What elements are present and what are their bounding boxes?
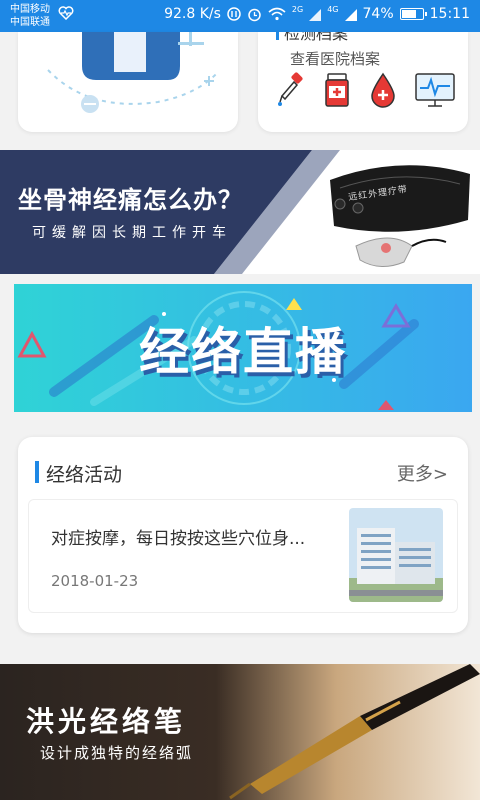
clock: 15:11 — [429, 6, 470, 22]
blood-drop-icon — [371, 72, 395, 108]
network-speed: 92.8 K/s — [164, 6, 221, 22]
dropper-icon — [278, 72, 303, 106]
pen-title: 洪光经络笔 — [26, 705, 187, 738]
health-heart-icon — [58, 6, 74, 20]
list-item[interactable]: 对症按摩，每日按按这些穴位身... 2018-01-23 — [28, 499, 458, 613]
carrier-2: 中国联通 — [10, 17, 50, 28]
monitor-icon — [415, 73, 455, 107]
signal-type-2: 4G — [327, 4, 339, 14]
sciatica-headline: 坐骨神经痛怎么办？ — [18, 186, 243, 214]
activity-accent-bar — [35, 461, 39, 483]
health-card-left[interactable] — [18, 32, 238, 132]
card-title: 检测档案 — [284, 32, 349, 43]
activity-more-link[interactable]: 更多> — [397, 460, 448, 486]
activity-title: 经络活动 — [46, 464, 123, 486]
signal-bars-2-icon — [344, 8, 357, 21]
carrier-1: 中国移动 — [10, 4, 50, 15]
signal-bars-1-icon — [309, 8, 322, 21]
status-bar: 中国移动 中国联通 92.8 K/s 2G 4G 74% 15:11 — [0, 0, 480, 32]
signal-type-1: 2G — [291, 4, 304, 14]
card-accent-bar — [276, 32, 279, 40]
sciatica-subline: 可缓解因长期工作开车 — [32, 225, 232, 241]
live-title: 经络直播 — [139, 323, 347, 381]
wifi-icon — [268, 7, 286, 21]
live-banner[interactable]: 经络直播 — [14, 284, 472, 412]
pen-subtitle: 设计成独特的经络弧 — [40, 744, 194, 762]
item-title: 对症按摩，每日按按这些穴位身... — [51, 529, 306, 549]
medicine-bottle-icon — [325, 73, 349, 107]
carrier-labels: 中国移动 中国联通 — [10, 3, 50, 29]
item-date: 2018-01-23 — [51, 572, 139, 590]
activity-card: 经络活动 更多> 对症按摩，每日按按这些穴位身... 2018-01-23 — [18, 437, 468, 633]
data-saver-icon — [227, 7, 241, 21]
doctor-illustration — [47, 32, 219, 113]
building-thumbnail — [349, 508, 443, 602]
card-subtitle: 查看医院档案 — [290, 50, 381, 68]
meridian-pen-banner[interactable]: 洪光经络笔 设计成独特的经络弧 — [0, 664, 480, 800]
inspection-archive-card[interactable]: 检测档案 查看医院档案 — [258, 32, 468, 132]
battery-icon — [399, 8, 427, 20]
battery-percent: 74% — [362, 6, 394, 22]
sciatica-banner[interactable]: 坐骨神经痛怎么办？ 可缓解因长期工作开车 远红外理疗带 — [0, 150, 480, 274]
alarm-icon — [248, 8, 261, 21]
